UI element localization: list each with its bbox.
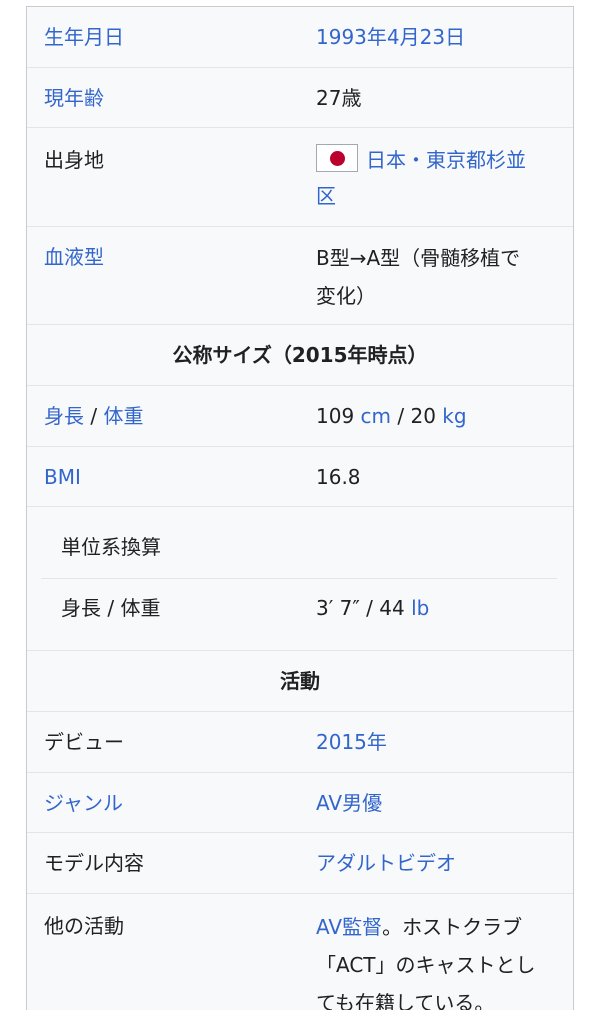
other-activity-line2: 「ACT」のキャストとし <box>316 953 536 977</box>
debut-value-link[interactable]: 2015年 <box>316 724 556 760</box>
height-label-link[interactable]: 身長 <box>44 404 84 428</box>
row-age: 現年齢 27歳 <box>27 68 573 128</box>
model-content-label: モデル内容 <box>44 851 144 875</box>
genre-value-link[interactable]: AV男優 <box>316 785 556 821</box>
weight-number: / 20 <box>391 404 443 428</box>
bmi-value: 16.8 <box>316 465 361 489</box>
row-birthdate: 生年月日 1993年4月23日 <box>27 7 573 68</box>
birthplace-link-line1[interactable]: 日本・東京都杉並 <box>366 148 526 172</box>
kg-unit-link[interactable]: kg <box>442 404 466 428</box>
imperial-label: 身長 / 体重 <box>61 596 161 620</box>
blood-type-value-line2: 変化） <box>316 284 376 308</box>
row-height-weight: 身長 / 体重 109 cm / 20 kg <box>27 386 573 447</box>
row-debut: デビュー 2015年 <box>27 712 573 773</box>
blood-type-value: B型→A型（骨髄移植で 変化） <box>316 239 556 315</box>
height-weight-label-sep: / <box>84 404 104 428</box>
row-other-activity: 他の活動 AV監督。ホストクラブ 「ACT」のキャストとし ても在籍している。 <box>27 894 573 1010</box>
model-content-value-link[interactable]: アダルトビデオ <box>316 845 556 881</box>
debut-label: デビュー <box>44 730 124 754</box>
flag-red-disc <box>330 151 345 166</box>
weight-label-link[interactable]: 体重 <box>103 404 143 428</box>
height-number: 109 <box>316 404 361 428</box>
bmi-label-link[interactable]: BMI <box>44 459 81 495</box>
birthplace-link-line2[interactable]: 区 <box>316 184 336 208</box>
imperial-value: 3′ 7″ / 44 lb <box>316 590 556 626</box>
unit-conversion-divider <box>41 578 557 579</box>
birthplace-label: 出身地 <box>44 148 104 172</box>
other-activity-label: 他の活動 <box>44 914 124 938</box>
imperial-number: 3′ 7″ / 44 <box>316 596 412 620</box>
unit-conversion-label: 単位系換算 <box>61 535 161 559</box>
blood-type-label-link[interactable]: 血液型 <box>44 239 104 275</box>
row-blood-type: 血液型 B型→A型（骨髄移植で 変化） <box>27 227 573 325</box>
row-genre: ジャンル AV男優 <box>27 773 573 833</box>
infobox-table: 生年月日 1993年4月23日 現年齢 27歳 出身地 日本・東京都杉並 区 血… <box>26 6 574 1010</box>
birthplace-value: 日本・東京都杉並 区 <box>316 142 556 214</box>
height-weight-value: 109 cm / 20 kg <box>316 398 556 434</box>
birthdate-value-link[interactable]: 1993年4月23日 <box>316 19 556 55</box>
blood-type-value-line1: B型→A型（骨髄移植で <box>316 246 521 270</box>
height-weight-label: 身長 / 体重 <box>44 398 143 434</box>
age-value: 27歳 <box>316 86 362 110</box>
row-model-content: モデル内容 アダルトビデオ <box>27 833 573 894</box>
section-header-activity: 活動 <box>27 651 573 712</box>
other-activity-line3: ても在籍している。 <box>316 991 495 1010</box>
age-label-link[interactable]: 現年齢 <box>44 80 104 116</box>
lb-unit-link[interactable]: lb <box>411 596 429 620</box>
section-header-size: 公称サイズ（2015年時点） <box>27 325 573 386</box>
cm-unit-link[interactable]: cm <box>361 404 391 428</box>
av-director-link[interactable]: AV監督 <box>316 915 382 939</box>
row-birthplace: 出身地 日本・東京都杉並 区 <box>27 128 573 227</box>
row-unit-conversion: 単位系換算 身長 / 体重 3′ 7″ / 44 lb <box>27 507 573 651</box>
birthdate-label-link[interactable]: 生年月日 <box>44 19 124 55</box>
other-activity-line1-rest: 。ホストクラブ <box>382 915 523 939</box>
japan-flag-icon[interactable] <box>316 144 358 172</box>
row-bmi: BMI 16.8 <box>27 447 573 507</box>
genre-label-link[interactable]: ジャンル <box>44 785 123 821</box>
other-activity-value: AV監督。ホストクラブ 「ACT」のキャストとし ても在籍している。 <box>316 908 556 1010</box>
